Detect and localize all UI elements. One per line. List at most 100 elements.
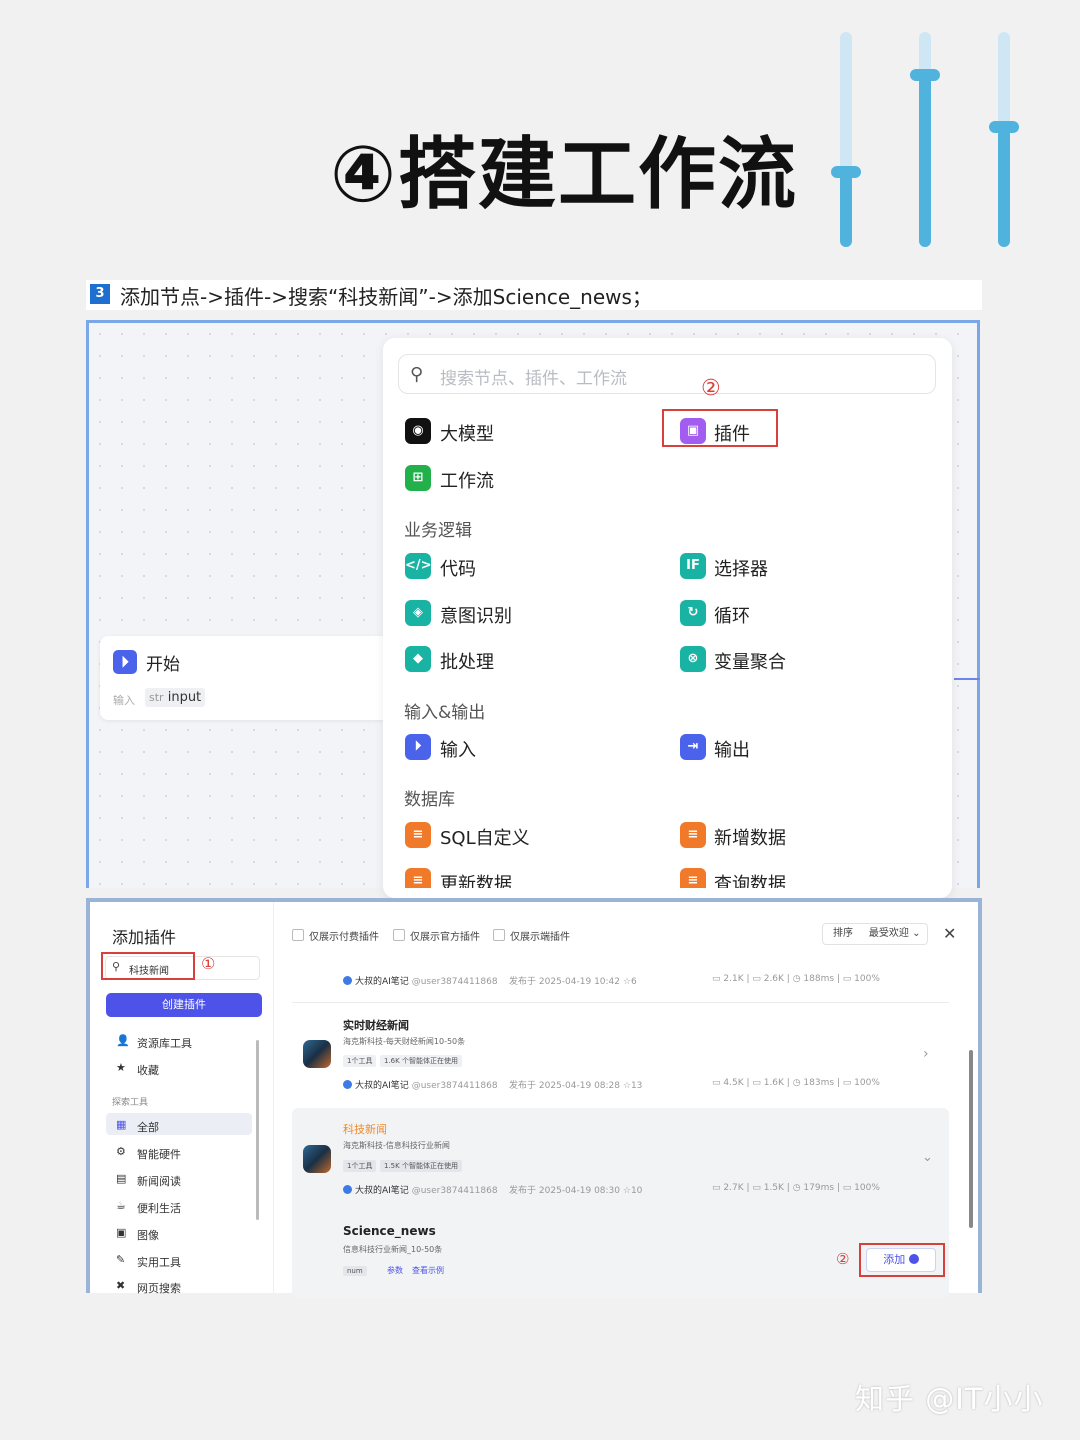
list-scrollbar[interactable] xyxy=(969,1050,973,1228)
input-icon: ⏵ xyxy=(405,734,431,760)
tool-params-link[interactable]: 参数 xyxy=(387,1265,403,1276)
slider-decoration-icon xyxy=(830,32,1030,252)
db-add-icon: ≡ xyxy=(680,822,706,848)
chevron-right-icon[interactable]: › xyxy=(923,1046,929,1062)
tool-icon: ✎ xyxy=(116,1253,126,1266)
plugin-row-tag: 1个工具 xyxy=(343,1055,377,1067)
start-input-badge: str input xyxy=(145,688,206,707)
node-item-db-query[interactable]: 查询数据 xyxy=(714,870,786,888)
plugin-row-stats: ▭ 4.5K | ▭ 1.6K | ◷ 183ms | ▭ 100% xyxy=(712,1078,880,1088)
input-type: str xyxy=(149,691,164,704)
filter-paid-label: 仅展示付费插件 xyxy=(309,932,379,943)
close-icon[interactable]: ✕ xyxy=(943,924,956,943)
category-tools[interactable]: 实用工具 xyxy=(137,1254,181,1270)
tool-example-link[interactable]: 查看示例 xyxy=(412,1265,444,1276)
section-database: 数据库 xyxy=(404,790,455,810)
node-item-db-add[interactable]: 新增数据 xyxy=(714,824,786,850)
plugin-row-title[interactable]: 科技新闻 xyxy=(343,1121,387,1137)
intent-icon: ◈ xyxy=(405,600,431,626)
batch-icon: ◆ xyxy=(405,646,431,672)
node-item-intent[interactable]: 意图识别 xyxy=(440,602,512,628)
search-icon: ⚲ xyxy=(410,364,424,385)
sort-select[interactable]: 排序 最受欢迎 ⌄ xyxy=(822,923,928,945)
filter-paid-checkbox[interactable] xyxy=(292,929,304,941)
category-header: 探索工具 xyxy=(112,1098,149,1108)
workflow-icon: ⊞ xyxy=(405,465,431,491)
row-divider xyxy=(292,1002,949,1003)
create-plugin-button[interactable]: 创建插件 xyxy=(106,993,262,1017)
node-item-loop[interactable]: 循环 xyxy=(714,602,750,628)
db-query-icon: ≡ xyxy=(680,868,706,888)
start-input-label: 输入 xyxy=(113,694,135,707)
watermark: 知乎 @IT小小 xyxy=(855,1382,1044,1416)
user-icon: 👤 xyxy=(116,1034,130,1047)
nav-favorites[interactable]: 收藏 xyxy=(137,1062,159,1078)
start-node-icon: ⏵ xyxy=(113,650,137,674)
news-icon: ▤ xyxy=(116,1172,127,1185)
node-item-output[interactable]: 输出 xyxy=(714,736,750,762)
section-business-logic: 业务逻辑 xyxy=(404,521,472,541)
node-item-batch[interactable]: 批处理 xyxy=(440,648,494,674)
plugin-row-tag: 1.6K 个智能体正在使用 xyxy=(380,1055,462,1067)
grid-icon: ▦ xyxy=(116,1118,127,1131)
filter-official-checkbox[interactable] xyxy=(393,929,405,941)
code-icon: </> xyxy=(405,553,432,579)
plugin-row-tag: 1.5K 个智能体正在使用 xyxy=(380,1160,462,1172)
nav-library-tools[interactable]: 资源库工具 xyxy=(137,1035,192,1051)
step-number: 3 xyxy=(90,284,110,304)
filter-official-label: 仅展示官方插件 xyxy=(410,932,480,943)
plugin-row-stats: ▭ 2.1K | ▭ 2.6K | ◷ 188ms | ▭ 100% xyxy=(712,974,880,984)
plugin-row-stats: ▭ 2.7K | ▭ 1.5K | ◷ 179ms | ▭ 100% xyxy=(712,1183,880,1193)
start-node-label: 开始 xyxy=(146,655,180,675)
plugin-row-title[interactable]: 实时财经新闻 xyxy=(343,1017,409,1033)
category-image[interactable]: 图像 xyxy=(137,1227,159,1243)
db-update-icon: ≡ xyxy=(405,868,431,888)
image-icon: ▣ xyxy=(116,1226,127,1239)
sql-icon: ≡ xyxy=(405,822,431,848)
node-item-input[interactable]: 输入 xyxy=(440,736,476,762)
dialog-title: 添加插件 xyxy=(112,928,177,947)
input-name: input xyxy=(167,690,202,705)
plugin-row-meta: 大叔的AI笔记 @user3874411868 发布于 2025-04-19 1… xyxy=(343,974,637,987)
web-search-icon: ✖ xyxy=(116,1279,126,1292)
chevron-down-icon[interactable]: ⌄ xyxy=(922,1150,933,1165)
edge-arrow-icon xyxy=(954,678,980,680)
tool-param-tag: num xyxy=(343,1266,367,1276)
plugin-row-tag: 1个工具 xyxy=(343,1160,377,1172)
category-all[interactable]: 全部 xyxy=(137,1119,159,1135)
node-item-selector[interactable]: 选择器 xyxy=(714,555,768,581)
node-item-plugin[interactable]: 插件 xyxy=(714,420,750,446)
loop-icon: ↻ xyxy=(680,600,706,626)
node-item-db-update[interactable]: 更新数据 xyxy=(440,870,512,888)
plugin-avatar xyxy=(303,1145,331,1173)
node-item-aggregate[interactable]: 变量聚合 xyxy=(714,648,786,674)
node-item-llm[interactable]: 大模型 xyxy=(440,420,494,446)
plugin-avatar xyxy=(303,1040,331,1068)
plugin-row-desc: 海克斯科技-信息科技行业新闻 xyxy=(343,1141,450,1150)
category-news[interactable]: 新闻阅读 xyxy=(137,1173,181,1189)
sidebar-scrollbar[interactable] xyxy=(256,1040,259,1220)
tool-name: Science_news xyxy=(343,1224,436,1238)
search-highlight-box xyxy=(101,952,195,980)
if-icon: IF xyxy=(680,553,706,579)
filter-device-checkbox[interactable] xyxy=(493,929,505,941)
node-item-sql[interactable]: SQL自定义 xyxy=(440,824,530,850)
output-icon: ⇥ xyxy=(680,734,706,760)
star-icon: ★ xyxy=(116,1061,126,1074)
category-life[interactable]: 便利生活 xyxy=(137,1200,181,1216)
section-input-output: 输入&输出 xyxy=(404,703,486,723)
add-highlight-box xyxy=(859,1243,945,1277)
plugin-row-meta: 大叔的AI笔记 @user3874411868 发布于 2025-04-19 0… xyxy=(343,1183,642,1196)
node-search-placeholder: 搜索节点、插件、工作流 xyxy=(440,369,627,389)
node-item-code[interactable]: 代码 xyxy=(440,555,476,581)
category-web-search[interactable]: 网页搜索 xyxy=(137,1280,181,1296)
step-text: 添加节点->插件->搜索“科技新闻”->添加Science_news； xyxy=(120,285,652,309)
category-selected-bg xyxy=(106,1113,252,1135)
category-hardware[interactable]: 智能硬件 xyxy=(137,1146,181,1162)
filter-device-label: 仅展示端插件 xyxy=(510,932,570,943)
start-node[interactable] xyxy=(100,636,390,720)
panel-clipped-row: ≡ 更新数据 ≡ 查询数据 xyxy=(383,862,952,888)
plugin-row-meta: 大叔的AI笔记 @user3874411868 发布于 2025-04-19 0… xyxy=(343,1078,642,1091)
plugin-row-desc: 海克斯科技-每天财经新闻10-50条 xyxy=(343,1037,466,1046)
node-item-workflow[interactable]: 工作流 xyxy=(440,467,494,493)
